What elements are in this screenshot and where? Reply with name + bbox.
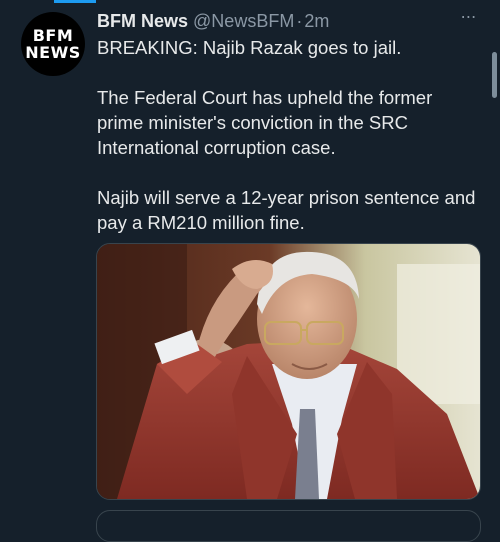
- avatar-text-line2: NEWS: [25, 43, 81, 62]
- tweet-paragraph: The Federal Court has upheld the former …: [97, 87, 433, 158]
- tweet-paragraph: Najib will serve a 12-year prison senten…: [97, 187, 476, 233]
- handle[interactable]: @NewsBFM: [193, 11, 294, 31]
- tweet-text: BREAKING: Najib Razak goes to jail. The …: [97, 35, 477, 235]
- separator: ·: [296, 11, 303, 31]
- avatar[interactable]: BFM NEWS: [21, 12, 85, 76]
- photo-najib-illustration: [97, 244, 480, 499]
- tweet-photo[interactable]: [96, 243, 481, 500]
- more-options-icon[interactable]: ⋯: [455, 8, 483, 32]
- quote-card-edge[interactable]: [96, 510, 481, 542]
- avatar-text-line1: BFM: [32, 26, 74, 45]
- tweet[interactable]: BFM NEWS BFM News @NewsBFM · 2m ⋯ BREAKING…: [0, 0, 500, 542]
- timestamp[interactable]: 2m: [304, 11, 329, 31]
- display-name[interactable]: BFM News: [97, 11, 188, 31]
- scrollbar-thumb[interactable]: [492, 52, 497, 98]
- tweet-header: BFM News @NewsBFM · 2m: [97, 9, 329, 33]
- tweet-paragraph: BREAKING: Najib Razak goes to jail.: [97, 37, 402, 58]
